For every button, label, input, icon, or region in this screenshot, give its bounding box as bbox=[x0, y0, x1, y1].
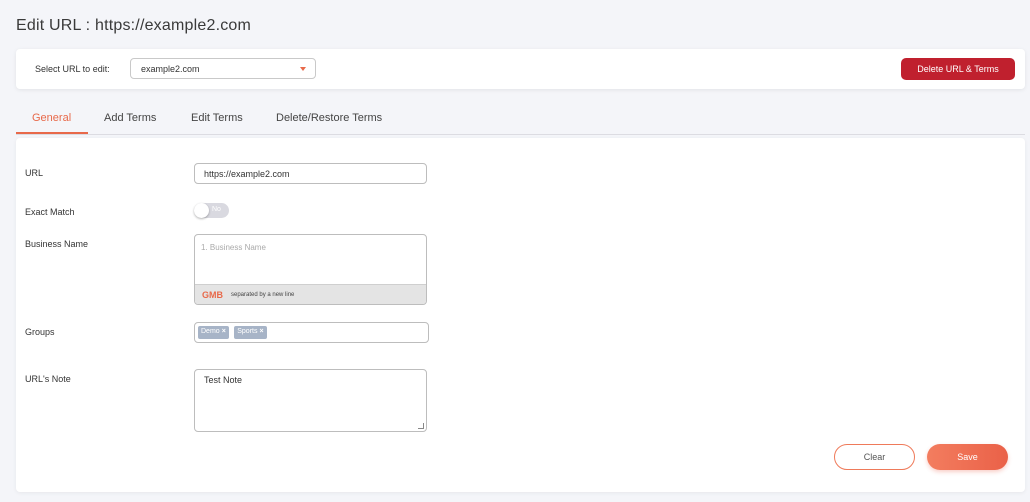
clear-button[interactable]: Clear bbox=[834, 444, 915, 470]
groups-input[interactable]: Demo × Sports × bbox=[194, 322, 429, 343]
business-name-placeholder: 1. Business Name bbox=[201, 243, 266, 252]
url-label: URL bbox=[25, 168, 44, 178]
exact-match-label: Exact Match bbox=[25, 207, 75, 217]
tab-bar: General Add Terms Edit Terms Delete/Rest… bbox=[16, 104, 1025, 135]
active-tab-indicator bbox=[16, 132, 88, 134]
url-select-bar: Select URL to edit: example2.com Delete … bbox=[16, 49, 1025, 89]
group-chip-demo: Demo × bbox=[198, 326, 229, 339]
business-name-footer: GMB separated by a new line bbox=[195, 284, 426, 304]
chip-label: Sports bbox=[237, 328, 258, 335]
general-form: URL https://example2.com Exact Match No … bbox=[16, 138, 1025, 492]
delete-url-terms-button[interactable]: Delete URL & Terms bbox=[901, 58, 1015, 80]
close-icon[interactable]: × bbox=[222, 328, 226, 335]
gmb-badge: GMB bbox=[202, 290, 223, 300]
toggle-state-text: No bbox=[212, 206, 221, 213]
tab-general[interactable]: General bbox=[32, 112, 71, 124]
tab-add-terms[interactable]: Add Terms bbox=[104, 112, 156, 124]
url-note-value: Test Note bbox=[204, 375, 243, 385]
chip-label: Demo bbox=[201, 328, 220, 335]
url-note-label: URL's Note bbox=[25, 374, 71, 384]
toggle-knob bbox=[194, 203, 209, 218]
url-input[interactable]: https://example2.com bbox=[194, 163, 427, 184]
resize-handle-icon[interactable] bbox=[418, 423, 424, 429]
url-select-value: example2.com bbox=[141, 64, 200, 74]
groups-label: Groups bbox=[25, 327, 55, 337]
business-name-label: Business Name bbox=[25, 239, 89, 249]
url-note-textarea[interactable]: Test Note bbox=[194, 369, 427, 432]
save-button[interactable]: Save bbox=[927, 444, 1008, 470]
page-title: Edit URL : https://example2.com bbox=[16, 17, 252, 34]
business-name-textarea[interactable]: 1. Business Name GMB separated by a new … bbox=[194, 234, 427, 305]
business-name-hint: separated by a new line bbox=[231, 292, 295, 298]
url-select-dropdown[interactable]: example2.com bbox=[130, 58, 316, 79]
group-chip-sports: Sports × bbox=[234, 326, 267, 339]
close-icon[interactable]: × bbox=[259, 328, 263, 335]
chevron-down-icon bbox=[300, 67, 306, 71]
exact-match-toggle[interactable]: No bbox=[194, 203, 229, 218]
tab-edit-terms[interactable]: Edit Terms bbox=[191, 112, 243, 124]
tab-delete-restore-terms[interactable]: Delete/Restore Terms bbox=[276, 112, 382, 124]
select-url-label: Select URL to edit: bbox=[35, 64, 110, 74]
